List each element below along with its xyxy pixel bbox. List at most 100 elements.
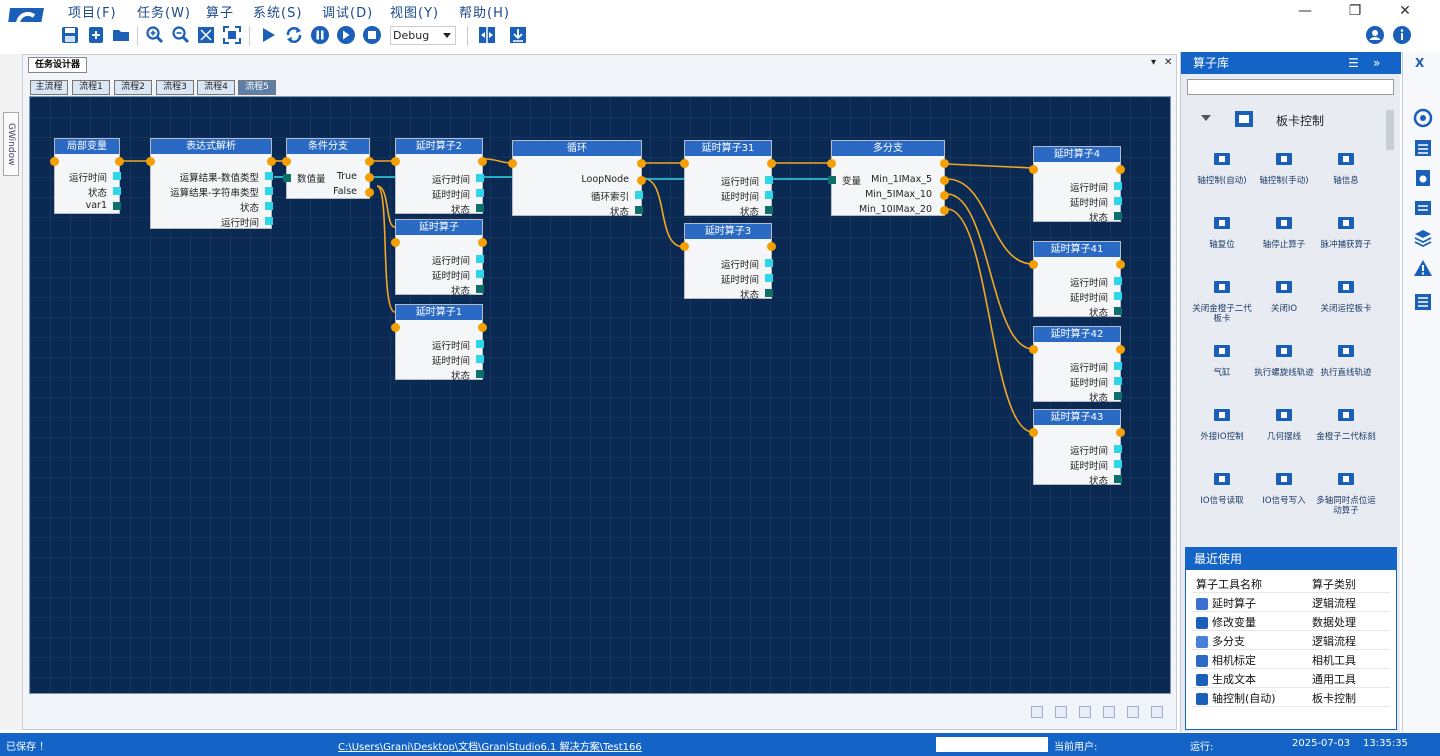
recent-row[interactable]: 延时算子 逻辑流程 <box>1192 593 1390 612</box>
output-port[interactable] <box>765 176 773 184</box>
close-button[interactable]: ✕ <box>1390 0 1420 22</box>
output-port[interactable] <box>767 159 776 168</box>
output-port[interactable] <box>1114 445 1122 453</box>
step-icon[interactable] <box>336 25 356 45</box>
output-port[interactable] <box>115 157 124 166</box>
output-port[interactable] <box>940 206 949 215</box>
operator-tool[interactable]: 多轴同时点位运动算子 <box>1315 468 1377 516</box>
output-port[interactable] <box>265 202 273 210</box>
menu-help[interactable]: 帮助(H) <box>459 2 510 21</box>
menu-project[interactable]: 项目(F) <box>68 2 117 21</box>
input-port[interactable] <box>146 157 155 166</box>
output-port[interactable] <box>940 176 949 185</box>
operator-tool[interactable]: IO信号写入 <box>1253 468 1315 506</box>
fit-view-icon[interactable] <box>196 25 216 45</box>
user-icon[interactable] <box>1365 25 1385 45</box>
forward-icon[interactable]: » <box>1373 52 1380 74</box>
flow-node[interactable]: 延时算子43 运行时间 延时时间 状态 <box>1029 409 1125 487</box>
task-designer-tab[interactable]: 任务设计器 <box>28 57 88 73</box>
flow-node[interactable]: 条件分支 数值量 True False <box>282 138 374 199</box>
output-port[interactable] <box>476 204 484 212</box>
recent-row[interactable]: 修改变量 数据处理 <box>1192 612 1390 631</box>
tab-flow-5[interactable]: 流程5 <box>238 80 276 95</box>
flow-node[interactable]: 多分支 变量 Min_1IMax_5 Min_5IMax_10 Min_10IMax_2… <box>827 140 949 216</box>
list-menu-icon[interactable]: ☰ <box>1348 52 1359 74</box>
target-icon[interactable] <box>1413 108 1433 128</box>
recent-row[interactable]: 多分支 逻辑流程 <box>1192 631 1390 650</box>
tab-flow-2[interactable]: 流程2 <box>114 80 152 95</box>
output-port[interactable] <box>476 370 484 378</box>
settings-doc-icon[interactable] <box>1413 168 1433 188</box>
operator-tool[interactable]: 执行直线轨迹 <box>1315 340 1377 378</box>
input-port[interactable] <box>391 157 400 166</box>
fullscreen-icon[interactable] <box>222 25 242 45</box>
operator-tool[interactable]: 轴停止算子 <box>1253 212 1315 250</box>
output-port[interactable] <box>765 259 773 267</box>
input-port[interactable] <box>391 323 400 332</box>
operator-tool[interactable]: 关闭IO <box>1253 276 1315 314</box>
output-port[interactable] <box>1114 277 1122 285</box>
output-port[interactable] <box>635 191 643 199</box>
operator-tool[interactable]: 轴复位 <box>1191 212 1253 250</box>
checklist-icon[interactable] <box>1413 138 1433 158</box>
input-port[interactable] <box>680 242 689 251</box>
input-port[interactable] <box>391 238 400 247</box>
build-config-select[interactable]: Debug <box>390 26 456 45</box>
menu-system[interactable]: 系统(S) <box>253 2 302 21</box>
list-panel-icon[interactable] <box>1413 198 1433 218</box>
output-port[interactable] <box>1116 260 1125 269</box>
output-port[interactable] <box>365 188 374 197</box>
zoom-in-icon[interactable] <box>145 25 165 45</box>
recent-row[interactable]: 生成文本 通用工具 <box>1192 669 1390 688</box>
output-port[interactable] <box>1114 475 1122 483</box>
solution-path[interactable]: C:\Users\Grani\Desktop\文档\GraniStudio6.1… <box>338 738 642 753</box>
output-port[interactable] <box>1114 377 1122 385</box>
operator-tool[interactable]: 关闭金橙子二代板卡 <box>1191 276 1253 324</box>
output-port[interactable] <box>365 157 374 166</box>
stop-icon[interactable] <box>362 25 382 45</box>
input-port[interactable] <box>828 176 836 184</box>
copy-icon[interactable] <box>1103 706 1115 718</box>
menu-view[interactable]: 视图(Y) <box>390 2 439 21</box>
split-view-icon[interactable] <box>477 25 497 45</box>
output-port[interactable] <box>767 242 776 251</box>
input-port[interactable] <box>1029 428 1038 437</box>
close-library-button[interactable]: X <box>1415 56 1424 70</box>
output-port[interactable] <box>637 176 646 185</box>
output-port[interactable] <box>476 270 484 278</box>
tab-flow-3[interactable]: 流程3 <box>156 80 194 95</box>
save-icon[interactable] <box>60 25 80 45</box>
output-port[interactable] <box>1114 460 1122 468</box>
output-port[interactable] <box>476 189 484 197</box>
run-icon[interactable] <box>258 25 278 45</box>
flow-node[interactable]: 延时算子4 运行时间 延时时间 状态 <box>1029 146 1125 224</box>
flow-node[interactable]: 延时算子31 运行时间 延时时间 状态 <box>680 140 776 218</box>
download-icon[interactable] <box>508 25 528 45</box>
input-port[interactable] <box>1029 165 1038 174</box>
open-folder-icon[interactable] <box>111 25 131 45</box>
tab-close-icon[interactable]: ✕ <box>1164 57 1172 68</box>
output-port[interactable] <box>365 173 374 182</box>
flow-node[interactable]: 延时算子2 运行时间 延时时间 状态 <box>391 138 487 216</box>
output-port[interactable] <box>765 191 773 199</box>
input-port[interactable] <box>1029 345 1038 354</box>
input-port[interactable] <box>827 159 836 168</box>
output-port[interactable] <box>1116 165 1125 174</box>
operator-tool[interactable]: 金橙子二代标刻 <box>1315 404 1377 442</box>
pause-icon[interactable] <box>310 25 330 45</box>
output-port[interactable] <box>1114 212 1122 220</box>
library-scrollbar[interactable] <box>1386 110 1394 150</box>
loop-run-icon[interactable] <box>284 25 304 45</box>
duplicate-icon[interactable] <box>1079 706 1091 718</box>
operator-tool[interactable]: 关闭运控板卡 <box>1315 276 1377 314</box>
output-port[interactable] <box>478 157 487 166</box>
tab-dropdown-icon[interactable]: ▾ <box>1151 57 1156 68</box>
menu-debug[interactable]: 调试(D) <box>322 2 373 21</box>
properties-icon[interactable] <box>1413 292 1433 312</box>
gwindow-tab[interactable]: GWindow <box>3 112 19 176</box>
output-port[interactable] <box>478 238 487 247</box>
delete-icon[interactable] <box>1127 706 1139 718</box>
layers-icon[interactable] <box>1413 228 1433 248</box>
zoom-out-icon[interactable] <box>171 25 191 45</box>
output-port[interactable] <box>765 274 773 282</box>
